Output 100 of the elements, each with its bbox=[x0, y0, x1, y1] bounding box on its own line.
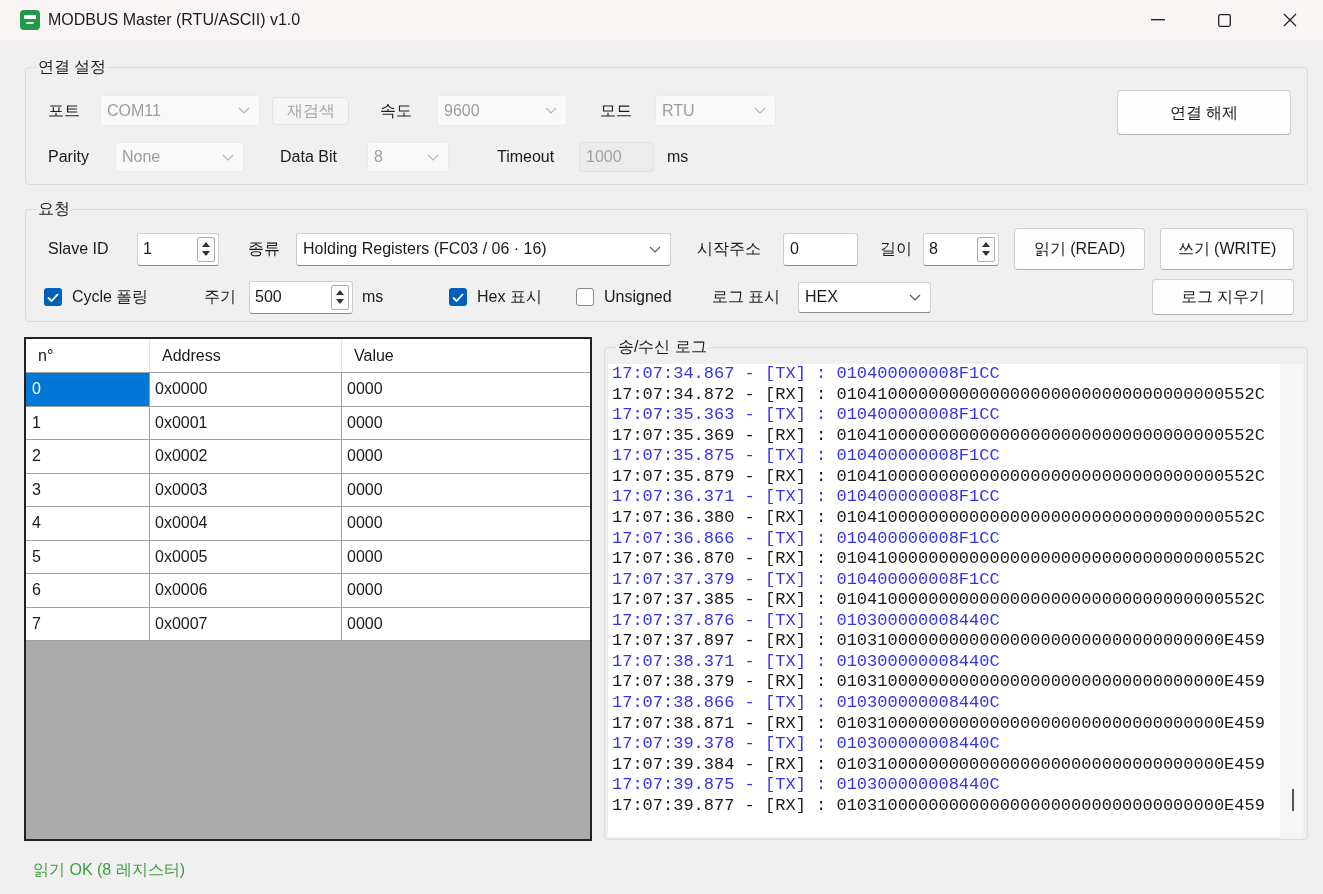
field-label: 로그 표시 bbox=[712, 287, 781, 307]
table-cell[interactable]: 0x0003 bbox=[150, 473, 342, 506]
field-label: 종류 bbox=[248, 239, 280, 259]
field-label: 속도 bbox=[380, 100, 412, 121]
column-header: Address bbox=[150, 339, 342, 372]
table-cell[interactable]: 0000 bbox=[342, 540, 590, 573]
disconnect-button[interactable]: 연결 해제 bbox=[1117, 90, 1291, 135]
group-title: 송/수신 로그 bbox=[617, 337, 708, 357]
status-text: 읽기 OK (8 레지스터) bbox=[33, 860, 185, 880]
field-label: Timeout bbox=[497, 147, 555, 167]
log-line: 17:07:38.379 - [RX] : 01031000000000000000000000000000000000E459 bbox=[612, 672, 1265, 693]
read-button[interactable]: 읽기 (READ) bbox=[1014, 228, 1145, 270]
table-cell[interactable]: 0 bbox=[26, 373, 150, 406]
column-header: n° bbox=[26, 339, 150, 372]
triangle-down-icon[interactable] bbox=[982, 251, 990, 257]
clear-log-button[interactable]: 로그 지우기 bbox=[1152, 279, 1294, 315]
table-cell[interactable]: 0000 bbox=[342, 373, 590, 406]
close-icon bbox=[1283, 13, 1297, 27]
app-icon bbox=[20, 10, 40, 30]
text-field[interactable]: 0 bbox=[783, 232, 858, 266]
log-line: 17:07:35.369 - [RX] : 01041000000000000000000000000000000000552C bbox=[612, 425, 1265, 447]
log-line: 17:07:39.378 - [TX] : 010300000008440C bbox=[612, 734, 1000, 755]
log-line: 17:07:37.385 - [RX] : 01041000000000000000000000000000000000552C bbox=[612, 590, 1265, 611]
log-line: 17:07:36.380 - [RX] : 01041000000000000000000000000000000000552C bbox=[612, 507, 1265, 529]
table-cell[interactable]: 0x0007 bbox=[150, 607, 342, 640]
triangle-down-icon[interactable] bbox=[202, 251, 210, 257]
log-line: 17:07:37.897 - [RX] : 01031000000000000000000000000000000000E459 bbox=[612, 631, 1265, 652]
group-title: 요청 bbox=[37, 199, 71, 219]
log-line: 17:07:37.876 - [TX] : 010300000008440C bbox=[612, 610, 1000, 632]
table-cell[interactable]: 0x0006 bbox=[150, 574, 342, 607]
table-cell[interactable]: 0000 bbox=[342, 507, 590, 540]
minimize-icon bbox=[1151, 19, 1165, 21]
table-cell[interactable]: 0x0001 bbox=[150, 406, 342, 439]
log-line: 17:07:35.879 - [RX] : 01041000000000000000000000000000000000552C bbox=[612, 466, 1265, 488]
checkbox[interactable] bbox=[576, 288, 594, 306]
field-label: 길이 bbox=[880, 239, 912, 259]
table-cell[interactable]: 0000 bbox=[342, 406, 590, 439]
triangle-up-icon[interactable] bbox=[982, 241, 990, 247]
triangle-down-icon[interactable] bbox=[336, 299, 344, 305]
field-label: Slave ID bbox=[48, 239, 109, 259]
spin-buttons[interactable] bbox=[331, 284, 349, 310]
field-label: 주기 bbox=[204, 287, 236, 307]
table-cell[interactable]: 0000 bbox=[342, 473, 590, 506]
log-line: 17:07:36.371 - [TX] : 010400000008F1CC bbox=[612, 487, 1000, 508]
chevron-down-icon bbox=[238, 107, 250, 114]
spin-box[interactable]: 500 bbox=[249, 280, 353, 314]
dropdown[interactable]: HEX bbox=[798, 281, 931, 313]
spin-buttons[interactable] bbox=[977, 236, 995, 262]
triangle-up-icon[interactable] bbox=[336, 289, 344, 295]
triangle-up-icon[interactable] bbox=[202, 241, 210, 247]
table-cell[interactable]: 0x0005 bbox=[150, 540, 342, 573]
spin-buttons[interactable] bbox=[197, 236, 215, 262]
log-line: 17:07:34.867 - [TX] : 010400000008F1CC bbox=[612, 364, 1000, 385]
checkbox-label[interactable]: Unsigned bbox=[604, 285, 672, 309]
dropdown[interactable]: Holding Registers (FC03 / 06 · 16) bbox=[296, 232, 671, 266]
table-cell[interactable]: 0x0004 bbox=[150, 507, 342, 540]
field-label: Parity bbox=[48, 147, 89, 167]
checkbox-label[interactable]: Hex 표시 bbox=[477, 285, 542, 309]
log-line: 17:07:39.877 - [RX] : 01031000000000000000000000000000000000E459 bbox=[612, 795, 1265, 817]
scrollbar-thumb[interactable] bbox=[1292, 789, 1294, 811]
log-line: 17:07:38.371 - [TX] : 010300000008440C bbox=[612, 651, 1000, 673]
checkbox[interactable] bbox=[44, 288, 62, 306]
chevron-down-icon bbox=[754, 107, 766, 114]
field-label: 시작주소 bbox=[697, 239, 761, 259]
field-label: 포트 bbox=[48, 100, 80, 121]
column-header: Value bbox=[353, 345, 395, 366]
unit-label: ms bbox=[667, 147, 689, 167]
checkmark-icon bbox=[452, 292, 464, 302]
group-title: 연결 설정 bbox=[37, 57, 108, 77]
log-line: 17:07:39.875 - [TX] : 010300000008440C bbox=[612, 775, 1000, 796]
chevron-down-icon bbox=[909, 293, 921, 301]
chevron-down-icon bbox=[545, 107, 557, 114]
field-label: 모드 bbox=[600, 100, 632, 121]
table-cell[interactable]: 0000 bbox=[342, 440, 590, 473]
window-title: MODBUS Master (RTU/ASCII) v1.0 bbox=[48, 10, 301, 30]
chevron-down-icon bbox=[222, 153, 234, 161]
log-line: 17:07:39.384 - [RX] : 01031000000000000000000000000000000000E459 bbox=[612, 754, 1265, 776]
table-cell[interactable]: 0x0000 bbox=[150, 373, 342, 406]
table-cell[interactable]: 0000 bbox=[342, 607, 590, 640]
log-line: 17:07:36.866 - [TX] : 010400000008F1CC bbox=[612, 528, 1000, 550]
log-line: 17:07:35.875 - [TX] : 010400000008F1CC bbox=[612, 446, 1000, 467]
write-button[interactable]: 쓰기 (WRITE) bbox=[1160, 228, 1294, 270]
table-cell[interactable]: 0x0002 bbox=[150, 440, 342, 473]
maximize-icon bbox=[1217, 13, 1231, 27]
checkbox-label[interactable]: Cycle 폴링 bbox=[72, 285, 149, 309]
spin-box[interactable]: 8 bbox=[923, 232, 999, 266]
log-line: 17:07:35.363 - [TX] : 010400000008F1CC bbox=[612, 405, 1000, 426]
chevron-down-icon bbox=[649, 245, 661, 253]
log-line: 17:07:38.866 - [TX] : 010300000008440C bbox=[612, 693, 1000, 714]
log-line: 17:07:37.379 - [TX] : 010400000008F1CC bbox=[612, 569, 1000, 591]
spin-box[interactable]: 1 bbox=[137, 232, 219, 266]
log-line: 17:07:34.872 - [RX] : 01041000000000000000000000000000000000552C bbox=[612, 384, 1265, 406]
field-label: Data Bit bbox=[280, 147, 337, 167]
log-line: 17:07:36.870 - [RX] : 01041000000000000000000000000000000000552C bbox=[612, 549, 1265, 570]
checkbox[interactable] bbox=[449, 288, 467, 306]
checkmark-icon bbox=[47, 292, 59, 302]
unit-label: ms bbox=[362, 287, 384, 307]
table-cell[interactable]: 0000 bbox=[342, 574, 590, 607]
log-line: 17:07:38.871 - [RX] : 01031000000000000000000000000000000000E459 bbox=[612, 713, 1265, 735]
scrollbar[interactable] bbox=[1280, 364, 1303, 837]
